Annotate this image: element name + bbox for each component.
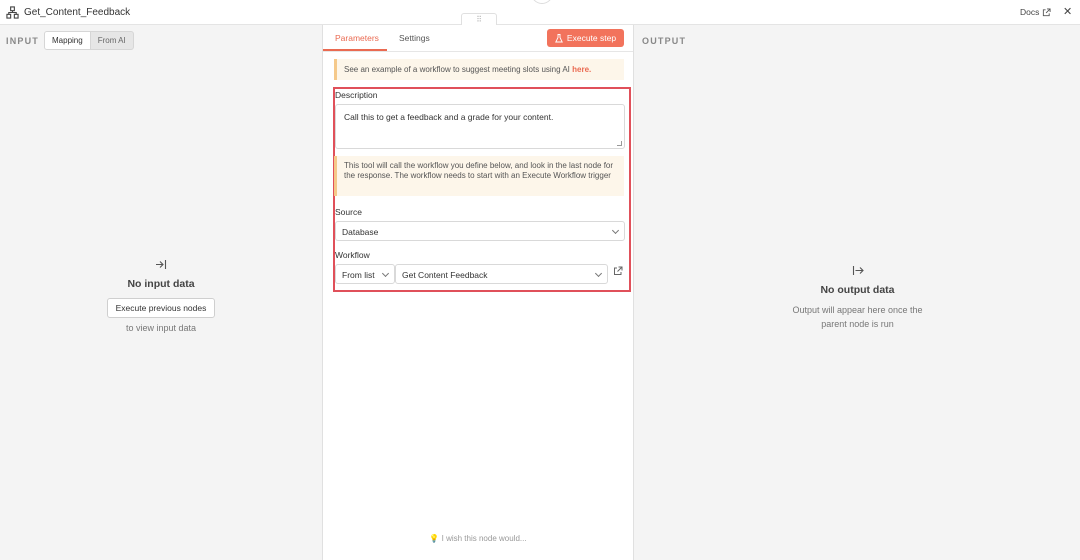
input-mode-toggle: Mapping From AI xyxy=(44,31,134,50)
example-notice-link[interactable]: here. xyxy=(572,65,591,74)
arrow-to-line-icon xyxy=(156,260,167,269)
no-output-title: No output data xyxy=(820,284,895,296)
description-value: Call this to get a feedback and a grade … xyxy=(344,112,554,122)
feedback-link[interactable]: 💡 I wish this node would... xyxy=(323,534,633,543)
basket-icon xyxy=(531,0,553,4)
output-empty-sub-1: Output will appear here once the xyxy=(792,305,923,315)
input-empty-sub: to view input data xyxy=(125,323,197,333)
docs-label: Docs xyxy=(1020,7,1040,17)
input-empty-state: No input data Execute previous nodes to … xyxy=(0,259,322,335)
workflow-value: Get Content Feedback xyxy=(402,270,488,280)
workflow-node-icon xyxy=(6,6,19,19)
no-input-title: No input data xyxy=(127,278,195,290)
open-workflow-icon[interactable] xyxy=(613,266,623,276)
output-label: OUTPUT xyxy=(642,36,687,46)
chevron-down-icon xyxy=(611,226,620,235)
input-panel: INPUT Mapping From AI No input data Exec… xyxy=(0,25,322,560)
description-label: Description xyxy=(335,90,378,100)
tab-settings[interactable]: Settings xyxy=(399,33,430,43)
close-icon[interactable]: ✕ xyxy=(1063,5,1072,18)
panel-tabs: Parameters Settings Execute step xyxy=(323,25,633,52)
tab-parameters[interactable]: Parameters xyxy=(335,33,379,43)
docs-link[interactable]: Docs xyxy=(1020,7,1051,17)
chevron-down-icon xyxy=(594,269,603,278)
workflow-mode-select[interactable]: From list xyxy=(335,264,395,284)
workflow-mode-value: From list xyxy=(342,270,375,280)
output-empty-sub-2: parent node is run xyxy=(821,319,894,329)
workflow-label: Workflow xyxy=(335,250,370,260)
execute-step-button[interactable]: Execute step xyxy=(547,29,624,47)
execute-previous-nodes-button[interactable]: Execute previous nodes xyxy=(106,298,216,318)
execute-step-label: Execute step xyxy=(566,33,617,43)
wish-text: I wish this node would... xyxy=(441,534,527,543)
output-panel: OUTPUT No output data Output will appear… xyxy=(635,25,1080,560)
drag-handle-icon[interactable]: ⠿ xyxy=(461,13,497,25)
node-header: Get_Content_Feedback Docs ✕ xyxy=(0,0,1080,25)
workflow-select[interactable]: Get Content Feedback xyxy=(395,264,608,284)
parameters-panel: ⠿ Parameters Settings Execute step See a… xyxy=(322,13,634,560)
tool-notice-text: This tool will call the workflow you def… xyxy=(344,161,614,180)
source-select[interactable]: Database xyxy=(335,221,625,241)
node-title[interactable]: Get_Content_Feedback xyxy=(24,7,130,18)
output-empty-state: No output data Output will appear here o… xyxy=(745,265,970,331)
example-notice-text: See an example of a workflow to suggest … xyxy=(344,65,570,74)
resize-handle-icon[interactable] xyxy=(617,141,622,146)
source-label: Source xyxy=(335,207,362,217)
arrow-from-line-icon xyxy=(852,266,864,275)
active-tab-indicator xyxy=(323,49,387,51)
source-value: Database xyxy=(342,227,379,237)
lightbulb-icon: 💡 xyxy=(429,534,440,543)
chevron-down-icon xyxy=(381,269,390,278)
example-notice: See an example of a workflow to suggest … xyxy=(334,59,624,80)
flask-icon xyxy=(555,33,563,42)
tool-notice: This tool will call the workflow you def… xyxy=(334,156,624,196)
mapping-tab[interactable]: Mapping xyxy=(45,32,91,49)
external-link-icon xyxy=(1043,7,1051,16)
input-label: INPUT xyxy=(6,36,39,46)
description-textarea[interactable]: Call this to get a feedback and a grade … xyxy=(335,104,625,149)
from-ai-tab[interactable]: From AI xyxy=(91,32,133,49)
